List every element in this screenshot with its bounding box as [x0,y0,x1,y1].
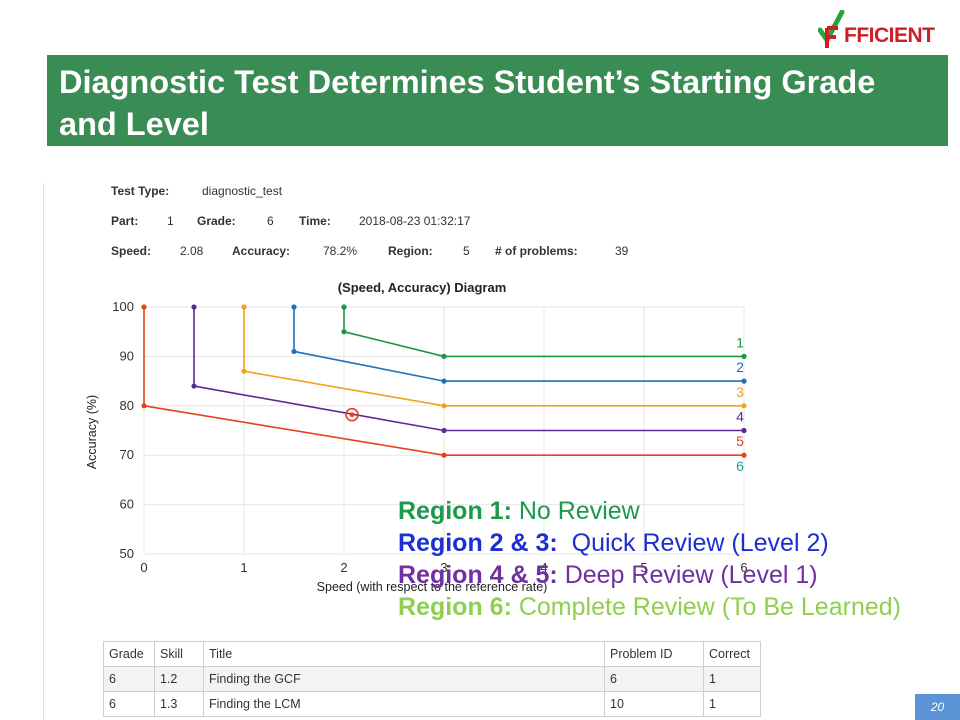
series-point-2 [441,378,447,384]
cell-title: Finding the GCF [203,666,605,692]
y-tick-label: 70 [120,447,134,462]
region-legend: Region 1: No Review Region 2 & 3: Quick … [398,495,901,623]
x-tick-label: 2 [340,560,347,575]
series-label-4: 4 [736,409,744,425]
cell-correct: 1 [703,666,761,692]
cell-skill: 1.3 [154,691,204,717]
y-tick-label: 90 [120,348,134,363]
series-point-5 [741,452,747,458]
region-4-5-line: Region 4 & 5: Deep Review (Level 1) [398,559,901,591]
region-1-label: Region 1: [398,497,512,525]
chart-title: (Speed, Accuracy) Diagram [338,280,507,295]
region-6-text: Complete Review (To Be Learned) [511,593,901,621]
region-1-line: Region 1: No Review [398,495,901,527]
region-2-3-text: Quick Review (Level 2) [557,529,829,557]
series-point-3 [441,403,447,409]
cell-skill: 1.2 [154,666,204,692]
col-correct: Correct [703,641,761,667]
region-6-line: Region 6: Complete Review (To Be Learned… [398,591,901,623]
col-skill: Skill [154,641,204,667]
cell-title: Finding the LCM [203,691,605,717]
series-point-5 [141,403,147,409]
series-point-1 [441,353,447,359]
region-2-3-label: Region 2 & 3: [398,529,558,557]
region-2-3-line: Region 2 & 3: Quick Review (Level 2) [398,527,901,559]
series-label-5: 5 [736,433,744,449]
y-axis-label: Accuracy (%) [85,395,99,469]
y-tick-label: 60 [120,497,134,512]
page-number: 20 [915,694,960,720]
cell-grade: 6 [103,691,155,717]
col-problem-id: Problem ID [604,641,704,667]
region-1-text: No Review [511,497,640,525]
series-point-4 [441,427,447,434]
student-marker-dot [349,412,355,418]
y-tick-label: 50 [120,546,134,561]
series-label-6: 6 [736,458,744,474]
skills-table: Grade Skill Title Problem ID Correct 6 1… [103,641,761,717]
series-label-3: 3 [736,384,744,400]
table-row[interactable]: 6 1.2 Finding the GCF 6 1 [103,666,761,692]
table-header-row: Grade Skill Title Problem ID Correct [103,641,761,667]
series-point-1 [341,329,347,335]
y-tick-label: 100 [112,299,134,314]
series-point-5 [141,304,147,310]
series-point-2 [291,348,297,355]
region-4-5-label: Region 4 & 5: [398,561,558,589]
series-point-4 [191,383,197,389]
series-point-1 [341,304,347,310]
col-grade: Grade [103,641,155,667]
cell-grade: 6 [103,666,155,692]
x-tick-label: 1 [240,560,247,575]
series-point-4 [191,304,197,310]
series-point-3 [241,304,247,310]
series-point-5 [441,452,447,458]
col-title: Title [203,641,605,667]
series-line-2 [293,307,744,382]
series-label-2: 2 [736,359,744,375]
series-label-1: 1 [736,334,744,350]
series-point-3 [241,368,247,374]
table-row[interactable]: 6 1.3 Finding the LCM 10 1 [103,691,761,717]
series-point-2 [291,304,297,310]
y-tick-label: 80 [120,398,134,413]
cell-correct: 1 [703,691,761,717]
cell-problem-id: 10 [604,691,704,717]
x-tick-label: 0 [140,560,147,575]
series-line-4 [193,307,744,432]
region-6-label: Region 6: [398,593,512,621]
cell-problem-id: 6 [604,666,704,692]
region-4-5-text: Deep Review (Level 1) [557,561,818,589]
